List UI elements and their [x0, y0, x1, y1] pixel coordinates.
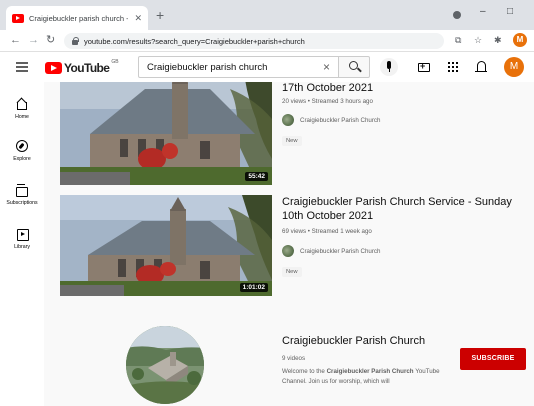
channel-desc-prefix: Welcome to the: [282, 368, 327, 375]
browser-tabstrip: Craigiebuckler parish church - Yo ✕ + – …: [0, 0, 534, 30]
youtube-header: YouTube GB Craigiebuckler parish church …: [0, 52, 534, 82]
video-thumbnail[interactable]: 1:01:02: [60, 195, 272, 296]
forward-arrow-icon[interactable]: →: [28, 34, 39, 46]
reload-icon[interactable]: ↻: [46, 34, 55, 46]
guide-item-library[interactable]: Library: [0, 228, 44, 250]
guide-item-home[interactable]: Home: [0, 98, 44, 120]
browser-tab[interactable]: Craigiebuckler parish church - Yo ✕: [6, 6, 148, 30]
video-title[interactable]: 17th October 2021: [282, 82, 534, 95]
search-button[interactable]: [338, 56, 370, 78]
video-thumbnail[interactable]: 55:42: [60, 82, 272, 185]
channel-aerial-photo-image: [126, 326, 204, 404]
guide-label: Library: [14, 244, 30, 250]
apps-grid-icon[interactable]: [448, 62, 458, 72]
channel-name: Craigiebuckler Parish Church: [300, 247, 381, 255]
voice-search-mic-icon[interactable]: [380, 58, 398, 76]
youtube-play-logo-icon: [45, 62, 62, 74]
search-query-text: Craigiebuckler parish church: [147, 61, 268, 73]
youtube-favicon-icon: [12, 13, 24, 23]
channel-title[interactable]: Craigiebuckler Parish Church: [282, 335, 425, 347]
explore-compass-icon: [16, 140, 28, 152]
subscribe-button[interactable]: SUBSCRIBE: [460, 348, 526, 370]
youtube-logo-text: YouTube: [64, 61, 110, 75]
guide-label: Explore: [13, 156, 31, 162]
channel-result[interactable]: Craigiebuckler Parish Church 9 videos We…: [60, 322, 534, 406]
create-video-icon[interactable]: [418, 61, 430, 72]
extension-icon[interactable]: ⧉: [455, 35, 461, 45]
channel-avatar-icon: [282, 114, 294, 126]
url-text: youtube.com/results?search_query=Craigie…: [84, 36, 305, 46]
church-thumbnail-image: [60, 82, 272, 185]
back-arrow-icon[interactable]: ←: [10, 34, 21, 46]
home-icon: [16, 98, 28, 110]
guide-item-subscriptions[interactable]: Subscriptions: [0, 184, 44, 206]
search-input[interactable]: Craigiebuckler parish church ×: [138, 56, 339, 78]
address-bar[interactable]: youtube.com/results?search_query=Craigie…: [64, 33, 444, 49]
video-duration: 1:01:02: [239, 283, 268, 292]
minimize-button[interactable]: –: [480, 6, 486, 17]
clear-search-icon[interactable]: ×: [323, 60, 330, 74]
library-icon: [16, 228, 29, 241]
video-title[interactable]: Craigiebuckler Parish Church Service - S…: [282, 195, 534, 223]
channel-avatar[interactable]: [126, 326, 204, 404]
channel-desc-highlight: Craigiebuckler Parish Church: [326, 368, 414, 375]
guide-item-explore[interactable]: Explore: [0, 140, 44, 162]
account-avatar[interactable]: M: [504, 57, 524, 77]
channel-avatar-icon: [282, 245, 294, 257]
menu-icon[interactable]: [16, 62, 28, 72]
extensions-puzzle-icon[interactable]: ✱: [494, 35, 502, 45]
browser-profile-avatar[interactable]: M: [513, 33, 527, 47]
video-channel[interactable]: Craigiebuckler Parish Church: [282, 245, 380, 257]
youtube-logo[interactable]: YouTube GB: [45, 59, 119, 75]
search-icon: [349, 61, 358, 70]
logo-country-code: GB: [111, 59, 119, 65]
browser-toolbar: ← → ↻ youtube.com/results?search_query=C…: [0, 30, 534, 52]
channel-video-count: 9 videos: [282, 355, 306, 362]
bookmark-star-icon[interactable]: ☆: [474, 35, 482, 45]
guide-label: Subscriptions: [6, 200, 38, 206]
browser-account-icon[interactable]: [453, 11, 461, 19]
close-tab-icon[interactable]: ✕: [134, 13, 142, 24]
channel-description: Welcome to the Craigiebuckler Parish Chu…: [282, 367, 462, 387]
maximize-button[interactable]: □: [507, 6, 513, 17]
search-results: 55:42 17th October 2021 20 views • Strea…: [44, 82, 534, 406]
lock-icon: [72, 36, 79, 45]
new-tab-button[interactable]: +: [156, 8, 164, 22]
guide-label: Home: [15, 114, 29, 120]
video-channel[interactable]: Craigiebuckler Parish Church: [282, 114, 380, 126]
notifications-bell-icon[interactable]: [475, 61, 487, 72]
new-badge: New: [282, 136, 302, 146]
new-badge: New: [282, 267, 302, 277]
video-duration: 55:42: [245, 172, 268, 181]
video-meta: 20 views • Streamed 3 hours ago: [282, 98, 373, 105]
video-meta: 69 views • Streamed 1 week ago: [282, 228, 372, 235]
church-thumbnail-image: [60, 195, 272, 296]
subscriptions-icon: [16, 184, 28, 197]
left-guide: Home Explore Subscriptions Library: [0, 82, 44, 406]
tab-title: Craigiebuckler parish church - Yo: [29, 13, 129, 23]
channel-name: Craigiebuckler Parish Church: [300, 116, 381, 124]
